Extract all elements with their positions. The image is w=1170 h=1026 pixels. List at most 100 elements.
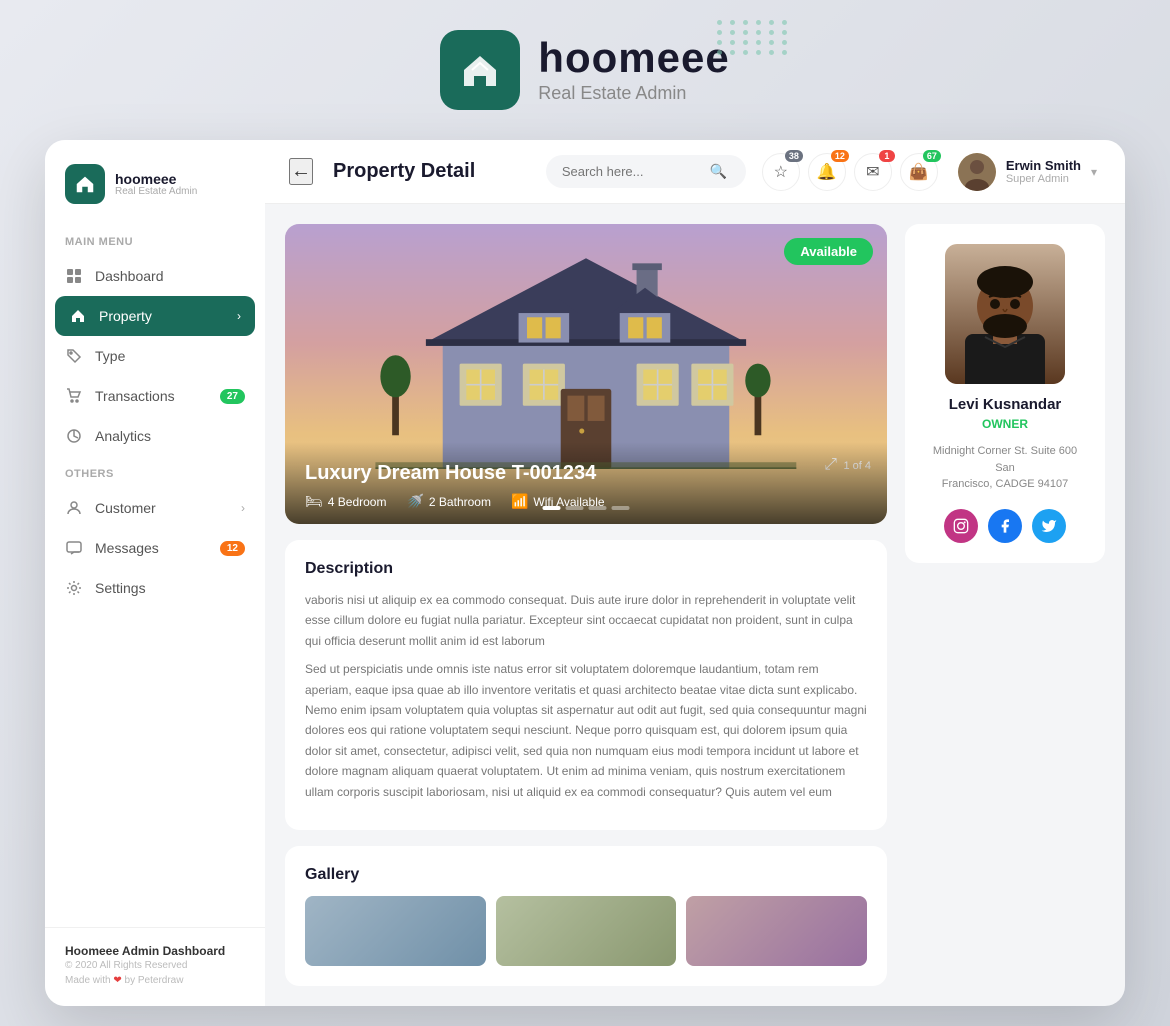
avatar [958,153,996,191]
bedroom-label: 4 Bedroom [328,495,387,509]
footer-made: Made with ❤ by Peterdraw [65,975,245,986]
agent-role: OWNER [925,417,1085,431]
agent-card: Levi Kusnandar OWNER Midnight Corner St.… [905,224,1105,563]
gallery-title: Gallery [305,866,867,884]
bell-badge: 12 [831,150,849,162]
sidebar-brand-name: hoomeee [115,172,197,186]
sidebar-item-messages[interactable]: Messages 12 [45,528,265,568]
messages-label: Messages [95,540,159,556]
agent-address-line1: Midnight Corner St. Suite 600 San [933,445,1077,474]
grid-icon [65,267,83,285]
sidebar-logo [65,164,105,204]
user-name: Erwin Smith [1006,158,1081,173]
sidebar-item-type[interactable]: Type [45,336,265,376]
user-chevron: ▾ [1091,165,1097,179]
social-links [925,509,1085,543]
sidebar-brand-sub: Real Estate Admin [115,186,197,197]
transactions-label: Transactions [95,388,175,404]
facebook-button[interactable] [988,509,1022,543]
footer-title: Hoomeee Admin Dashboard [65,944,245,958]
chat-icon [65,539,83,557]
gallery-thumb-3[interactable] [686,896,867,966]
bath-icon: 🚿 [406,493,423,510]
back-button[interactable]: ← [289,158,313,185]
sidebar-item-customer[interactable]: Customer › [45,488,265,528]
settings-label: Settings [95,580,146,596]
bag-button[interactable]: 👜 67 [900,153,938,191]
header-actions: ☆ 38 🔔 12 ✉ 1 👜 67 [762,153,938,191]
brand-name: hoomeee [538,37,729,79]
others-label: Others [45,456,265,488]
bag-badge: 67 [923,150,941,162]
description-p2: Sed ut perspiciatis unde omnis iste natu… [305,659,867,802]
star-button[interactable]: ☆ 38 [762,153,800,191]
main-menu-label: Main Menu [45,224,265,256]
house-illustration [375,233,796,469]
sidebar: hoomeee Real Estate Admin Main Menu Dash… [45,140,265,1006]
description-text: vaboris nisi ut aliquip ex ea commodo co… [305,590,867,802]
person-icon [65,499,83,517]
sidebar-brand: hoomeee Real Estate Admin [45,164,265,224]
app-window: hoomeee Real Estate Admin Main Menu Dash… [45,140,1125,1006]
analytics-label: Analytics [95,428,151,444]
content-area: Available ⤢ 1 of 4 Luxury Dream House T-… [265,204,1125,1006]
footer-copy: © 2020 All Rights Reserved [65,960,245,971]
description-p1: vaboris nisi ut aliquip ex ea commodo co… [305,590,867,651]
cart-icon [65,387,83,405]
star-badge: 38 [785,150,803,162]
transactions-badge: 27 [220,389,245,404]
home-icon [69,307,87,325]
mail-button[interactable]: ✉ 1 [854,153,892,191]
carousel-dots [543,506,630,510]
dot-3[interactable] [589,506,607,510]
property-label: Property [99,308,152,324]
dot-2[interactable] [566,506,584,510]
sidebar-item-property[interactable]: Property › [55,296,255,336]
gallery-section: Gallery [285,846,887,986]
agent-address-line2: Francisco, CADGE 94107 [942,478,1069,490]
dot-4[interactable] [612,506,630,510]
description-section: Description vaboris nisi ut aliquip ex e… [285,540,887,830]
top-branding: hoomeee Real Estate Admin [440,30,729,110]
search-icon: 🔍 [710,163,727,180]
search-input[interactable] [562,164,702,179]
tag-icon [65,347,83,365]
messages-badge: 12 [220,541,245,556]
sidebar-footer: Hoomeee Admin Dashboard © 2020 All Right… [45,927,265,986]
sidebar-item-dashboard[interactable]: Dashboard [45,256,265,296]
available-badge: Available [784,238,873,265]
bell-button[interactable]: 🔔 12 [808,153,846,191]
sidebar-item-analytics[interactable]: Analytics [45,416,265,456]
agent-photo [945,244,1065,384]
sidebar-item-settings[interactable]: Settings [45,568,265,608]
main-content: ← Property Detail 🔍 ☆ 38 🔔 12 ✉ 1 [265,140,1125,1006]
user-role: Super Admin [1006,173,1081,185]
property-chevron: › [237,309,241,323]
wifi-icon: 📶 [511,493,528,510]
property-image-card: Available ⤢ 1 of 4 Luxury Dream House T-… [285,224,887,524]
customer-chevron: › [241,501,245,515]
twitter-button[interactable] [1032,509,1066,543]
bed-icon: 🛏 [305,493,323,510]
gallery-thumb-2[interactable] [496,896,677,966]
page-title: Property Detail [333,160,530,183]
sidebar-item-transactions[interactable]: Transactions 27 [45,376,265,416]
property-title: Luxury Dream House T-001234 [305,462,867,485]
property-info-overlay: Luxury Dream House T-001234 🛏 4 Bedroom … [285,442,887,524]
gear-icon [65,579,83,597]
bedroom-feature: 🛏 4 Bedroom [305,493,386,510]
brand-logo [440,30,520,110]
bathroom-label: 2 Bathroom [429,495,491,509]
instagram-button[interactable] [944,509,978,543]
pie-icon [65,427,83,445]
user-profile[interactable]: Erwin Smith Super Admin ▾ [954,153,1101,191]
gallery-thumb-1[interactable] [305,896,486,966]
mail-badge: 1 [879,150,895,162]
search-bar[interactable]: 🔍 [546,155,746,188]
dot-1[interactable] [543,506,561,510]
dashboard-label: Dashboard [95,268,164,284]
brand-subtitle: Real Estate Admin [538,83,729,104]
dot-decoration [717,20,790,55]
header: ← Property Detail 🔍 ☆ 38 🔔 12 ✉ 1 [265,140,1125,204]
sidebar-brand-text: hoomeee Real Estate Admin [115,172,197,197]
